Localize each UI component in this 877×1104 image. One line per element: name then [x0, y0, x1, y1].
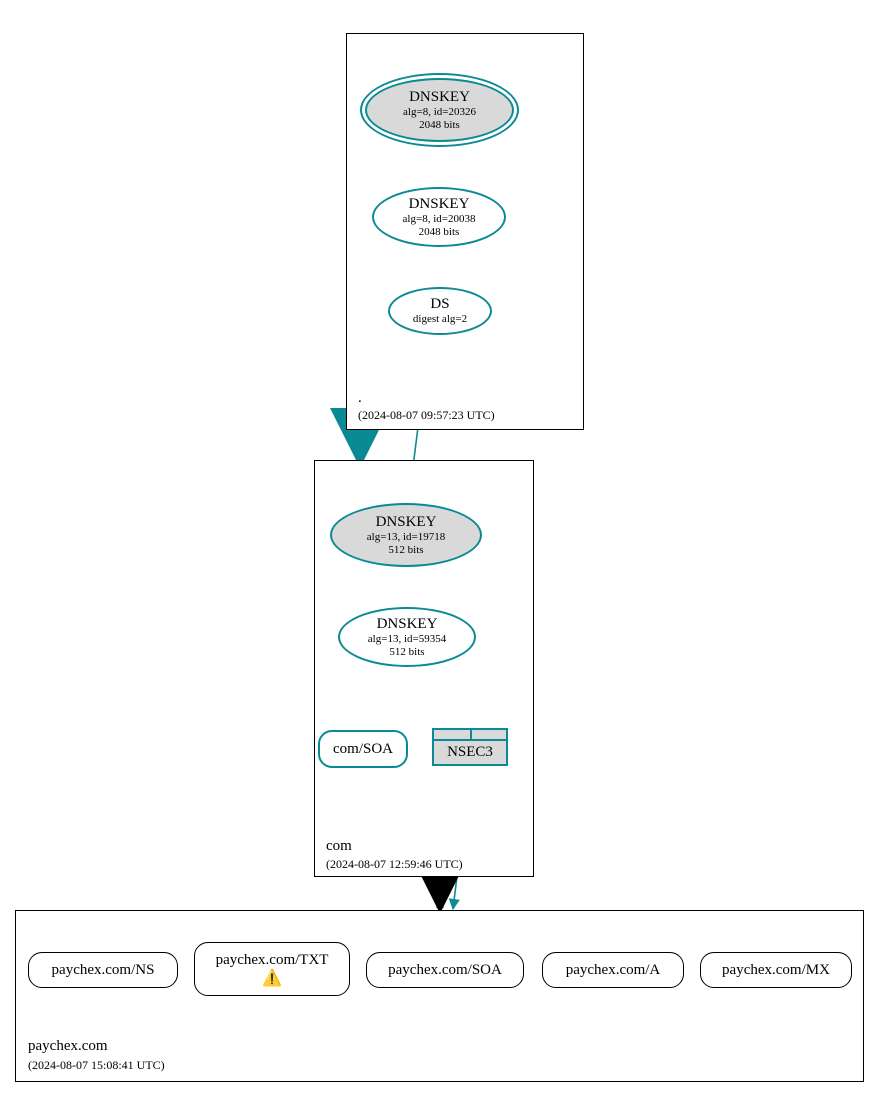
- com-ksk-title: DNSKEY: [376, 514, 437, 531]
- paychex-ns-node: paychex.com/NS: [28, 952, 178, 988]
- com-soa-node: com/SOA: [318, 730, 408, 768]
- com-zsk-node: DNSKEY alg=13, id=59354 512 bits: [338, 607, 476, 667]
- root-zsk-node: DNSKEY alg=8, id=20038 2048 bits: [372, 187, 506, 247]
- zone-paychex: [15, 910, 864, 1082]
- root-zsk-title: DNSKEY: [409, 196, 470, 213]
- com-zsk-title: DNSKEY: [377, 616, 438, 633]
- zone-com-timestamp: (2024-08-07 12:59:46 UTC): [326, 857, 463, 872]
- com-ksk-node: DNSKEY alg=13, id=19718 512 bits: [330, 503, 482, 567]
- root-ds-title: DS: [430, 296, 449, 313]
- paychex-mx-label: paychex.com/MX: [722, 961, 830, 979]
- com-nsec3-node: NSEC3: [432, 728, 508, 766]
- root-zsk-bits: 2048 bits: [419, 226, 460, 239]
- paychex-txt-node: paychex.com/TXT ⚠️: [194, 942, 350, 996]
- root-ds-alg: digest alg=2: [413, 313, 467, 326]
- warning-icon: ⚠️: [262, 971, 282, 987]
- root-ds-node: DS digest alg=2: [388, 287, 492, 335]
- zone-root-label: .: [358, 390, 362, 407]
- root-ksk-node: DNSKEY alg=8, id=20326 2048 bits: [365, 78, 514, 142]
- zone-paychex-timestamp: (2024-08-07 15:08:41 UTC): [28, 1058, 165, 1073]
- paychex-soa-label: paychex.com/SOA: [388, 961, 502, 979]
- zone-paychex-label: paychex.com: [28, 1038, 108, 1055]
- zone-root-timestamp: (2024-08-07 09:57:23 UTC): [358, 408, 495, 423]
- com-ksk-alg: alg=13, id=19718: [367, 531, 445, 544]
- paychex-soa-node: paychex.com/SOA: [366, 952, 524, 988]
- paychex-a-node: paychex.com/A: [542, 952, 684, 988]
- root-ksk-title: DNSKEY: [409, 89, 470, 106]
- root-ksk-bits: 2048 bits: [419, 119, 460, 132]
- root-ksk-alg: alg=8, id=20326: [403, 106, 476, 119]
- root-zsk-alg: alg=8, id=20038: [403, 213, 476, 226]
- com-zsk-alg: alg=13, id=59354: [368, 633, 446, 646]
- com-zsk-bits: 512 bits: [389, 646, 424, 659]
- paychex-ns-label: paychex.com/NS: [52, 961, 155, 979]
- com-soa-label: com/SOA: [333, 741, 393, 758]
- paychex-txt-label: paychex.com/TXT: [216, 951, 329, 969]
- paychex-a-label: paychex.com/A: [566, 961, 661, 979]
- zone-com-label: com: [326, 838, 352, 855]
- com-ksk-bits: 512 bits: [388, 544, 423, 557]
- paychex-mx-node: paychex.com/MX: [700, 952, 852, 988]
- com-nsec3-label: NSEC3: [447, 744, 493, 761]
